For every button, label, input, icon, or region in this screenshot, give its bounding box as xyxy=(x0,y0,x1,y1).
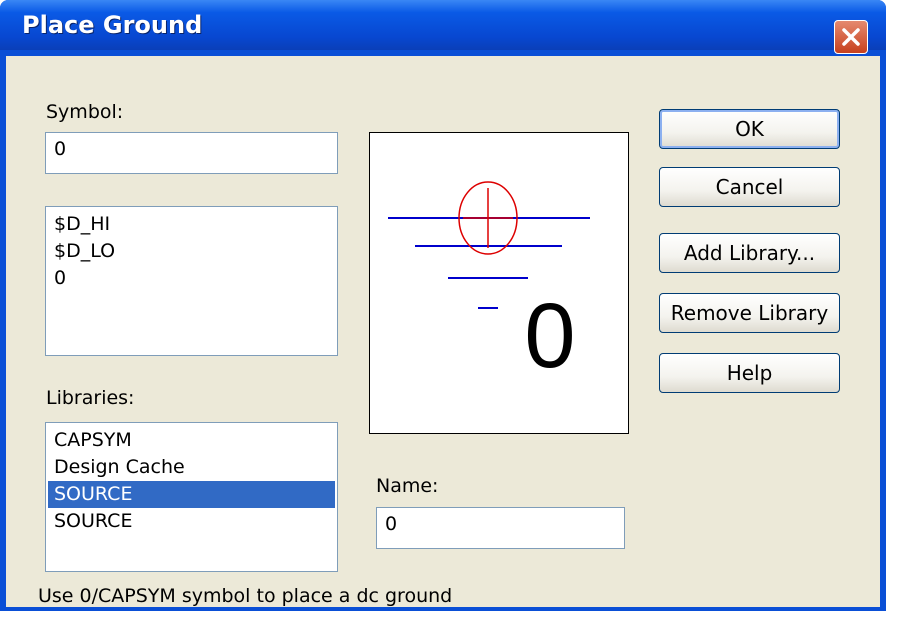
dialog-window: Place Ground Symbol: 0 $D_HI $D_LO 0 Lib… xyxy=(0,0,886,611)
close-icon xyxy=(842,28,860,46)
title-bar[interactable]: Place Ground xyxy=(0,0,886,54)
symbol-input[interactable]: 0 xyxy=(45,132,338,174)
symbol-list[interactable]: $D_HI $D_LO 0 xyxy=(45,206,338,356)
list-item[interactable]: 0 xyxy=(48,265,335,292)
dialog-body: Symbol: 0 $D_HI $D_LO 0 Libraries: CAPSY… xyxy=(6,56,880,607)
status-text: Use 0/CAPSYM symbol to place a dc ground xyxy=(38,585,453,607)
close-button[interactable] xyxy=(834,20,868,54)
ok-button[interactable]: OK xyxy=(659,109,840,149)
preview-name-text: 0 xyxy=(524,285,575,387)
list-item[interactable]: $D_HI xyxy=(48,211,335,238)
cancel-button[interactable]: Cancel xyxy=(659,167,840,207)
symbol-preview: 0 xyxy=(369,132,629,434)
ground-symbol-graphic: 0 xyxy=(388,181,590,387)
library-item[interactable]: SOURCE xyxy=(48,508,335,535)
library-item[interactable]: CAPSYM xyxy=(48,427,335,454)
add-library-button[interactable]: Add Library... xyxy=(659,233,840,273)
help-button[interactable]: Help xyxy=(659,353,840,393)
library-item[interactable]: Design Cache xyxy=(48,454,335,481)
name-input[interactable]: 0 xyxy=(376,507,625,549)
window-title: Place Ground xyxy=(22,11,203,39)
libraries-list[interactable]: CAPSYM Design Cache SOURCE SOURCE xyxy=(45,422,338,572)
list-item[interactable]: $D_LO xyxy=(48,238,335,265)
name-label: Name: xyxy=(376,475,439,497)
libraries-label: Libraries: xyxy=(46,387,135,409)
remove-library-button[interactable]: Remove Library xyxy=(659,293,840,333)
library-item-selected[interactable]: SOURCE xyxy=(48,481,335,508)
symbol-label: Symbol: xyxy=(46,101,124,123)
